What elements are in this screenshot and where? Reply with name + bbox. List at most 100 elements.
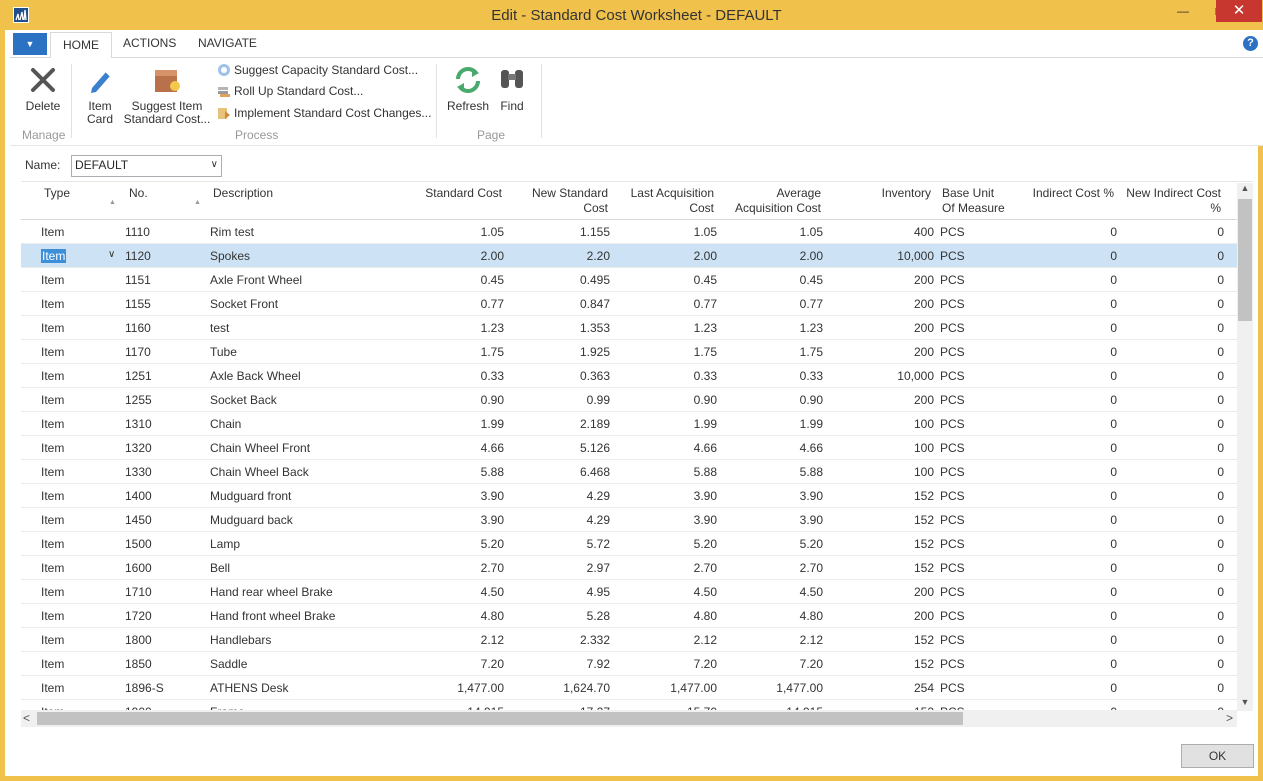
cell-base-uom[interactable]: PCS bbox=[940, 321, 965, 335]
roll-up-standard-cost-button[interactable]: Roll Up Standard Cost... bbox=[217, 82, 363, 100]
suggest-capacity-standard-cost-button[interactable]: Suggest Capacity Standard Cost... bbox=[217, 61, 418, 79]
col-header-description[interactable]: Description bbox=[213, 186, 273, 201]
cell-standard-cost[interactable]: 0.90 bbox=[401, 393, 504, 407]
cell-standard-cost[interactable]: 4.66 bbox=[401, 441, 504, 455]
cell-last-acquisition-cost[interactable]: 3.90 bbox=[614, 489, 717, 503]
col-header-last-acquisition-cost[interactable]: Last Acquisition Cost bbox=[611, 186, 714, 216]
cell-inventory[interactable]: 10,000 bbox=[841, 369, 934, 383]
col-header-base-uom[interactable]: Base Unit Of Measure bbox=[942, 186, 1005, 216]
cell-new-standard-cost[interactable]: 1.925 bbox=[508, 345, 610, 359]
table-row[interactable]: Item 1600 Bell 2.70 2.97 2.70 2.70 152 PCS 0 0 bbox=[21, 556, 1237, 580]
cell-type[interactable]: Item bbox=[41, 321, 64, 335]
scroll-left-icon[interactable]: < bbox=[23, 711, 30, 725]
cell-standard-cost[interactable]: 1,477.00 bbox=[401, 681, 504, 695]
cell-last-acquisition-cost[interactable]: 1.05 bbox=[614, 225, 717, 239]
cell-indirect-cost[interactable]: 0 bbox=[1016, 633, 1117, 647]
cell-type[interactable]: Item bbox=[41, 633, 64, 647]
cell-description[interactable]: Lamp bbox=[210, 537, 240, 551]
table-row[interactable]: Item 1896-S ATHENS Desk 1,477.00 1,624.70 1,4… bbox=[21, 676, 1237, 700]
table-row[interactable]: Item 1310 Chain 1.99 2.189 1.99 1.99 100 PCS 0 0 bbox=[21, 412, 1237, 436]
cell-new-standard-cost[interactable]: 2.97 bbox=[508, 561, 610, 575]
cell-no[interactable]: 1255 bbox=[125, 393, 152, 407]
tab-actions[interactable]: ACTIONS bbox=[123, 36, 176, 50]
cell-new-standard-cost[interactable]: 7.92 bbox=[508, 657, 610, 671]
cell-no[interactable]: 1896-S bbox=[125, 681, 164, 695]
cell-new-standard-cost[interactable]: 0.847 bbox=[508, 297, 610, 311]
cell-inventory[interactable]: 200 bbox=[841, 273, 934, 287]
table-row[interactable]: Item 1800 Handlebars 2.12 2.332 2.12 2.12 152 PC… bbox=[21, 628, 1237, 652]
col-header-new-standard-cost[interactable]: New Standard Cost bbox=[508, 186, 608, 216]
scrollbar-thumb[interactable] bbox=[37, 712, 963, 725]
cell-new-standard-cost[interactable]: 1.155 bbox=[508, 225, 610, 239]
cell-average-acquisition-cost[interactable]: 7.20 bbox=[721, 657, 823, 671]
cell-type[interactable]: Item bbox=[41, 585, 64, 599]
cell-new-indirect-cost[interactable]: 0 bbox=[1121, 657, 1224, 671]
cell-inventory[interactable]: 100 bbox=[841, 465, 934, 479]
cell-no[interactable]: 1500 bbox=[125, 537, 152, 551]
cell-average-acquisition-cost[interactable]: 4.66 bbox=[721, 441, 823, 455]
cell-last-acquisition-cost[interactable]: 5.20 bbox=[614, 537, 717, 551]
scroll-down-icon[interactable]: ▼ bbox=[1237, 697, 1253, 711]
cell-new-indirect-cost[interactable]: 0 bbox=[1121, 609, 1224, 623]
cell-inventory[interactable]: 152 bbox=[841, 513, 934, 527]
cell-new-indirect-cost[interactable]: 0 bbox=[1121, 249, 1224, 263]
cell-last-acquisition-cost[interactable]: 0.77 bbox=[614, 297, 717, 311]
cell-standard-cost[interactable]: 1.23 bbox=[401, 321, 504, 335]
cell-last-acquisition-cost[interactable]: 4.80 bbox=[614, 609, 717, 623]
cell-inventory[interactable]: 200 bbox=[841, 297, 934, 311]
cell-new-indirect-cost[interactable]: 0 bbox=[1121, 489, 1224, 503]
cell-indirect-cost[interactable]: 0 bbox=[1016, 465, 1117, 479]
cell-no[interactable]: 1155 bbox=[125, 297, 151, 311]
cell-last-acquisition-cost[interactable]: 2.70 bbox=[614, 561, 717, 575]
cell-last-acquisition-cost[interactable]: 1.23 bbox=[614, 321, 717, 335]
cell-no[interactable]: 1110 bbox=[125, 225, 150, 239]
cell-description[interactable]: Tube bbox=[210, 345, 237, 359]
cell-indirect-cost[interactable]: 0 bbox=[1016, 345, 1117, 359]
cell-new-indirect-cost[interactable]: 0 bbox=[1121, 417, 1224, 431]
table-row[interactable]: Item 1710 Hand rear wheel Brake 4.50 4.95 4.5… bbox=[21, 580, 1237, 604]
cell-base-uom[interactable]: PCS bbox=[940, 297, 965, 311]
cell-inventory[interactable]: 400 bbox=[841, 225, 934, 239]
app-menu-button[interactable]: ▼ bbox=[13, 33, 47, 55]
table-row[interactable]: Item 1160 test 1.23 1.353 1.23 1.23 200 PCS 0 0 bbox=[21, 316, 1237, 340]
cell-average-acquisition-cost[interactable]: 3.90 bbox=[721, 489, 823, 503]
cell-inventory[interactable]: 100 bbox=[841, 417, 934, 431]
cell-standard-cost[interactable]: 7.20 bbox=[401, 657, 504, 671]
cell-indirect-cost[interactable]: 0 bbox=[1016, 489, 1117, 503]
cell-inventory[interactable]: 152 bbox=[841, 537, 934, 551]
cell-inventory[interactable]: 200 bbox=[841, 585, 934, 599]
cell-type[interactable]: Item bbox=[41, 393, 64, 407]
col-header-inventory[interactable]: Inventory bbox=[841, 186, 931, 201]
cell-inventory[interactable]: 152 bbox=[841, 633, 934, 647]
table-row[interactable]: Item 1450 Mudguard back 3.90 4.29 3.90 3.90 152… bbox=[21, 508, 1237, 532]
suggest-item-standard-cost-button[interactable]: Suggest Item Standard Cost... bbox=[123, 64, 211, 126]
cell-standard-cost[interactable]: 0.45 bbox=[401, 273, 504, 287]
cell-new-indirect-cost[interactable]: 0 bbox=[1121, 393, 1224, 407]
cell-average-acquisition-cost[interactable]: 1,477.00 bbox=[721, 681, 823, 695]
cell-average-acquisition-cost[interactable]: 5.20 bbox=[721, 537, 823, 551]
cell-base-uom[interactable]: PCS bbox=[940, 681, 965, 695]
cell-description[interactable]: Chain Wheel Front bbox=[210, 441, 310, 455]
cell-average-acquisition-cost[interactable]: 2.70 bbox=[721, 561, 823, 575]
cell-type[interactable]: Item bbox=[41, 561, 64, 575]
cell-last-acquisition-cost[interactable]: 3.90 bbox=[614, 513, 717, 527]
cell-description[interactable]: Handlebars bbox=[210, 633, 271, 647]
table-row[interactable]: Item 1251 Axle Back Wheel 0.33 0.363 0.33 0.33… bbox=[21, 364, 1237, 388]
cell-new-standard-cost[interactable]: 0.99 bbox=[508, 393, 610, 407]
cell-indirect-cost[interactable]: 0 bbox=[1016, 369, 1117, 383]
cell-base-uom[interactable]: PCS bbox=[940, 609, 965, 623]
cell-inventory[interactable]: 10,000 bbox=[841, 249, 934, 263]
cell-description[interactable]: Socket Back bbox=[210, 393, 277, 407]
cell-type[interactable]: Item bbox=[41, 681, 64, 695]
cell-base-uom[interactable]: PCS bbox=[940, 489, 965, 503]
cell-type[interactable]: Item bbox=[41, 657, 64, 671]
cell-indirect-cost[interactable]: 0 bbox=[1016, 297, 1117, 311]
cell-average-acquisition-cost[interactable]: 4.80 bbox=[721, 609, 823, 623]
cell-no[interactable]: 1600 bbox=[125, 561, 152, 575]
cell-last-acquisition-cost[interactable]: 4.50 bbox=[614, 585, 717, 599]
close-button[interactable]: ✕ bbox=[1216, 0, 1262, 22]
cell-new-indirect-cost[interactable]: 0 bbox=[1121, 633, 1224, 647]
cell-inventory[interactable]: 152 bbox=[841, 489, 934, 503]
ok-button[interactable]: OK bbox=[1181, 744, 1254, 768]
cell-no[interactable]: 1310 bbox=[125, 417, 152, 431]
